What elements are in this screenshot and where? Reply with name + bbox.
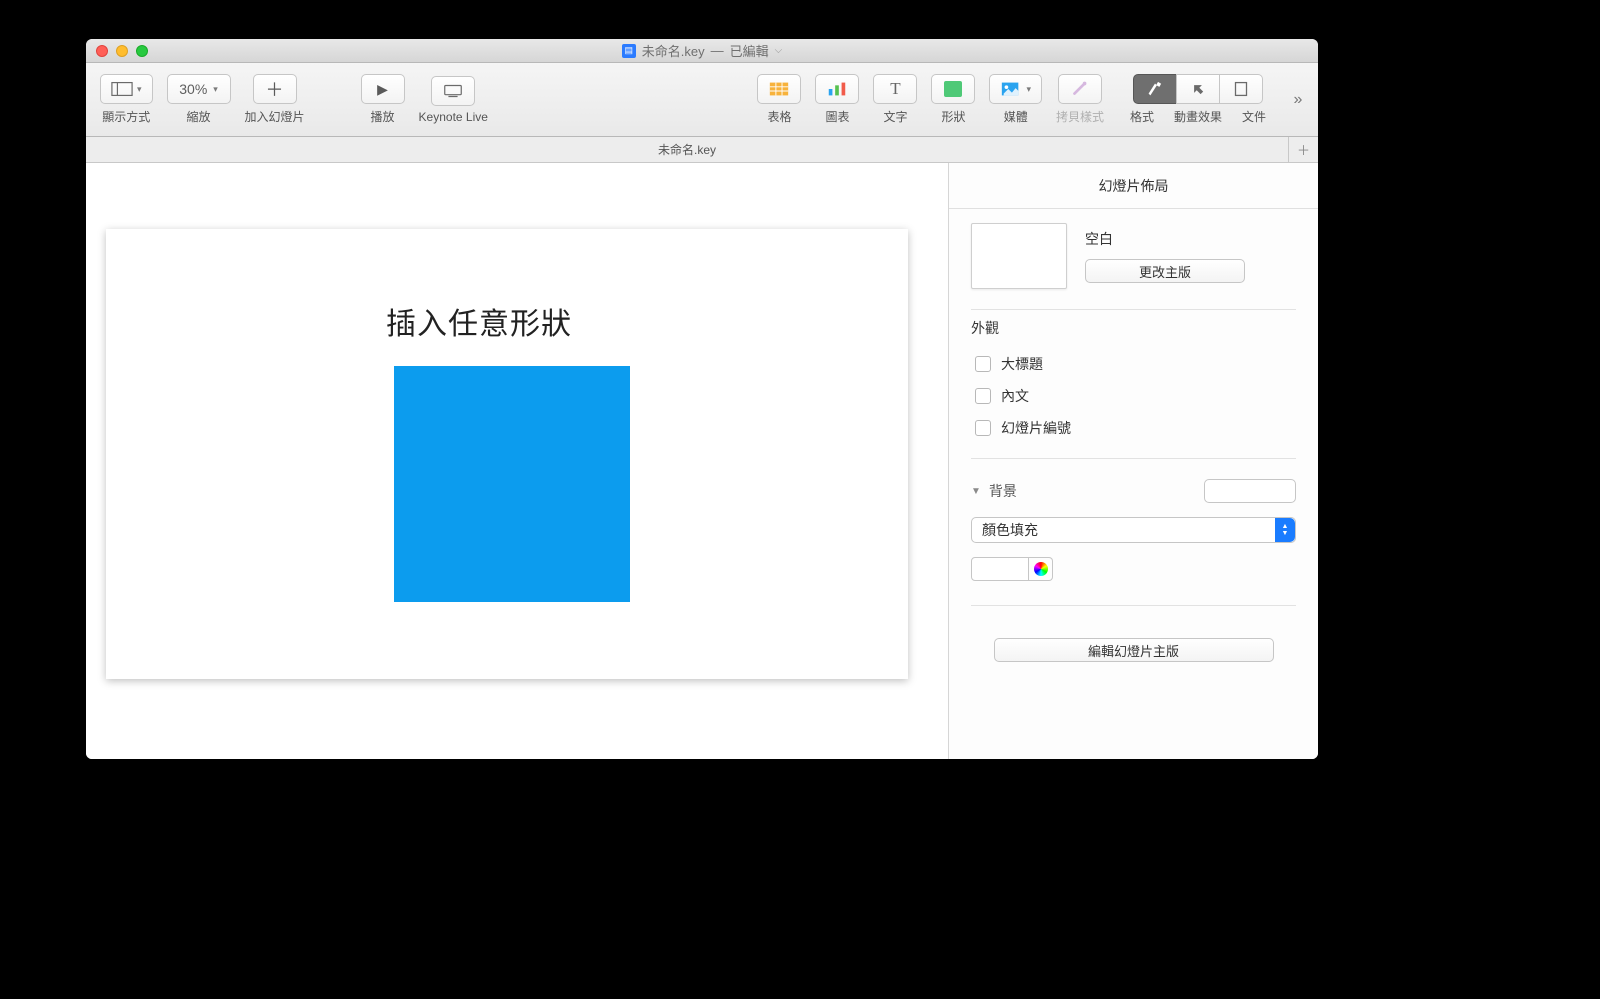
change-master-button[interactable]: 更改主版: [1085, 259, 1245, 283]
view-mode-label: 顯示方式: [102, 108, 150, 125]
background-preview-swatch[interactable]: [1204, 479, 1296, 503]
close-window[interactable]: [96, 45, 108, 57]
shape-icon: [944, 81, 962, 97]
format-label: 格式: [1118, 108, 1166, 125]
new-tab-button[interactable]: ＋: [1288, 137, 1318, 162]
slide[interactable]: 插入任意形狀: [106, 229, 908, 679]
toolbar-overflow[interactable]: »: [1286, 63, 1310, 137]
add-slide-group: ＋ 加入幻燈片: [245, 74, 305, 125]
fill-color-well[interactable]: [971, 557, 1029, 581]
appearance-body-row: 內文: [949, 380, 1318, 412]
checkbox-title-label: 大標題: [1001, 354, 1043, 374]
play-label: 播放: [371, 108, 395, 125]
select-stepper-icon: ▲▼: [1275, 518, 1295, 542]
appearance-slideno-row: 幻燈片編號: [949, 412, 1318, 444]
toolbar: ▾ 顯示方式 30% ▾ 縮放 ＋ 加入幻燈片 ▶ 播放 Keynote Liv…: [86, 63, 1318, 137]
copy-style-button[interactable]: [1058, 74, 1102, 104]
title-sep: —: [711, 43, 724, 58]
disclosure-triangle-icon[interactable]: ▼: [971, 486, 981, 497]
chevrons-right-icon: »: [1294, 91, 1303, 109]
color-picker-button[interactable]: [1029, 557, 1053, 581]
view-mode-button[interactable]: ▾: [100, 74, 153, 104]
shape-label: 形狀: [941, 108, 965, 125]
chevron-down-icon: ▾: [213, 84, 218, 95]
chart-label: 圖表: [825, 108, 849, 125]
media-label: 媒體: [1004, 108, 1028, 125]
color-wheel-icon: [1034, 562, 1048, 576]
title-filename: 未命名.key: [642, 41, 705, 60]
titlebar: ▤ 未命名.key — 已編輯 ⌵: [86, 39, 1318, 63]
format-inspector: 幻燈片佈局 空白 更改主版 外觀 大標題 內文 幻燈片編號: [948, 163, 1318, 759]
text-icon: T: [890, 79, 900, 99]
keynote-doc-icon: ▤: [622, 44, 636, 58]
add-slide-button[interactable]: ＋: [253, 74, 297, 104]
play-group: ▶ 播放: [361, 74, 405, 125]
zoom-window[interactable]: [136, 45, 148, 57]
slide-canvas[interactable]: 插入任意形狀: [86, 163, 948, 759]
inspector-header: 幻燈片佈局: [949, 163, 1318, 209]
title-status: 已編輯: [730, 41, 769, 60]
media-group: ▾ 媒體: [989, 74, 1042, 125]
table-group: 表格: [757, 74, 801, 125]
document-tab-current[interactable]: 未命名.key: [86, 137, 1288, 162]
appearance-title-row: 大標題: [949, 348, 1318, 380]
document-tab[interactable]: [1219, 74, 1263, 104]
document-tabs: 未命名.key ＋: [86, 137, 1318, 163]
edit-master-button[interactable]: 編輯幻燈片主版: [994, 638, 1274, 662]
minimize-window[interactable]: [116, 45, 128, 57]
play-icon: ▶: [377, 81, 388, 98]
slide-shape-square[interactable]: [394, 366, 630, 602]
table-label: 表格: [767, 108, 791, 125]
chart-group: 圖表: [815, 74, 859, 125]
insert-text-button[interactable]: T: [873, 74, 917, 104]
chevron-down-icon: ▾: [1026, 84, 1031, 95]
window-controls: [96, 45, 148, 57]
tab-label: 未命名.key: [658, 141, 716, 158]
text-group: T 文字: [873, 74, 917, 125]
zoom-label: 縮放: [187, 108, 211, 125]
change-master-label: 更改主版: [1139, 262, 1191, 281]
insert-table-button[interactable]: [757, 74, 801, 104]
keynote-window: ▤ 未命名.key — 已編輯 ⌵ ▾ 顯示方式 30% ▾ 縮放 ＋ 加入幻燈…: [86, 39, 1318, 759]
shape-group: 形狀: [931, 74, 975, 125]
insert-chart-button[interactable]: [815, 74, 859, 104]
keynote-live-button[interactable]: [431, 76, 475, 106]
chevron-down-icon: ▾: [137, 84, 142, 95]
fill-type-value: 顏色填充: [982, 520, 1038, 540]
zoom-group: 30% ▾ 縮放: [167, 74, 231, 125]
animate-tab[interactable]: [1176, 74, 1220, 104]
zoom-button[interactable]: 30% ▾: [167, 74, 231, 104]
fill-type-select[interactable]: 顏色填充 ▲▼: [971, 517, 1296, 543]
text-label: 文字: [883, 108, 907, 125]
copy-style-label: 拷貝樣式: [1056, 108, 1104, 125]
add-slide-label: 加入幻燈片: [245, 108, 305, 125]
format-tab[interactable]: [1133, 74, 1177, 104]
plus-icon: ＋: [1297, 140, 1310, 159]
title-chevron-icon[interactable]: ⌵: [775, 45, 783, 56]
zoom-value: 30%: [179, 81, 207, 97]
layout-name: 空白: [1085, 229, 1245, 249]
background-section-title: 背景: [989, 481, 1017, 501]
checkbox-body-label: 內文: [1001, 386, 1029, 406]
plus-icon: ＋: [266, 76, 284, 102]
checkbox-body[interactable]: [975, 388, 991, 404]
document-label: 文件: [1230, 108, 1278, 125]
edit-master-label: 編輯幻燈片主版: [1088, 641, 1179, 660]
checkbox-slideno-label: 幻燈片編號: [1001, 418, 1071, 438]
keynote-live-group: Keynote Live: [419, 76, 488, 124]
view-mode-group: ▾ 顯示方式: [100, 74, 153, 125]
keynote-live-label: Keynote Live: [419, 110, 488, 124]
insert-shape-button[interactable]: [931, 74, 975, 104]
copy-style-group: 拷貝樣式: [1056, 74, 1104, 125]
insert-media-button[interactable]: ▾: [989, 74, 1042, 104]
checkbox-title[interactable]: [975, 356, 991, 372]
slide-title-text[interactable]: 插入任意形狀: [386, 299, 572, 343]
play-button[interactable]: ▶: [361, 74, 405, 104]
checkbox-slide-number[interactable]: [975, 420, 991, 436]
layout-thumbnail[interactable]: [971, 223, 1067, 289]
appearance-section-title: 外觀: [949, 316, 1318, 348]
animate-label: 動畫效果: [1166, 108, 1230, 125]
inspector-tabs-group: 格式 動畫效果 文件: [1118, 74, 1278, 125]
